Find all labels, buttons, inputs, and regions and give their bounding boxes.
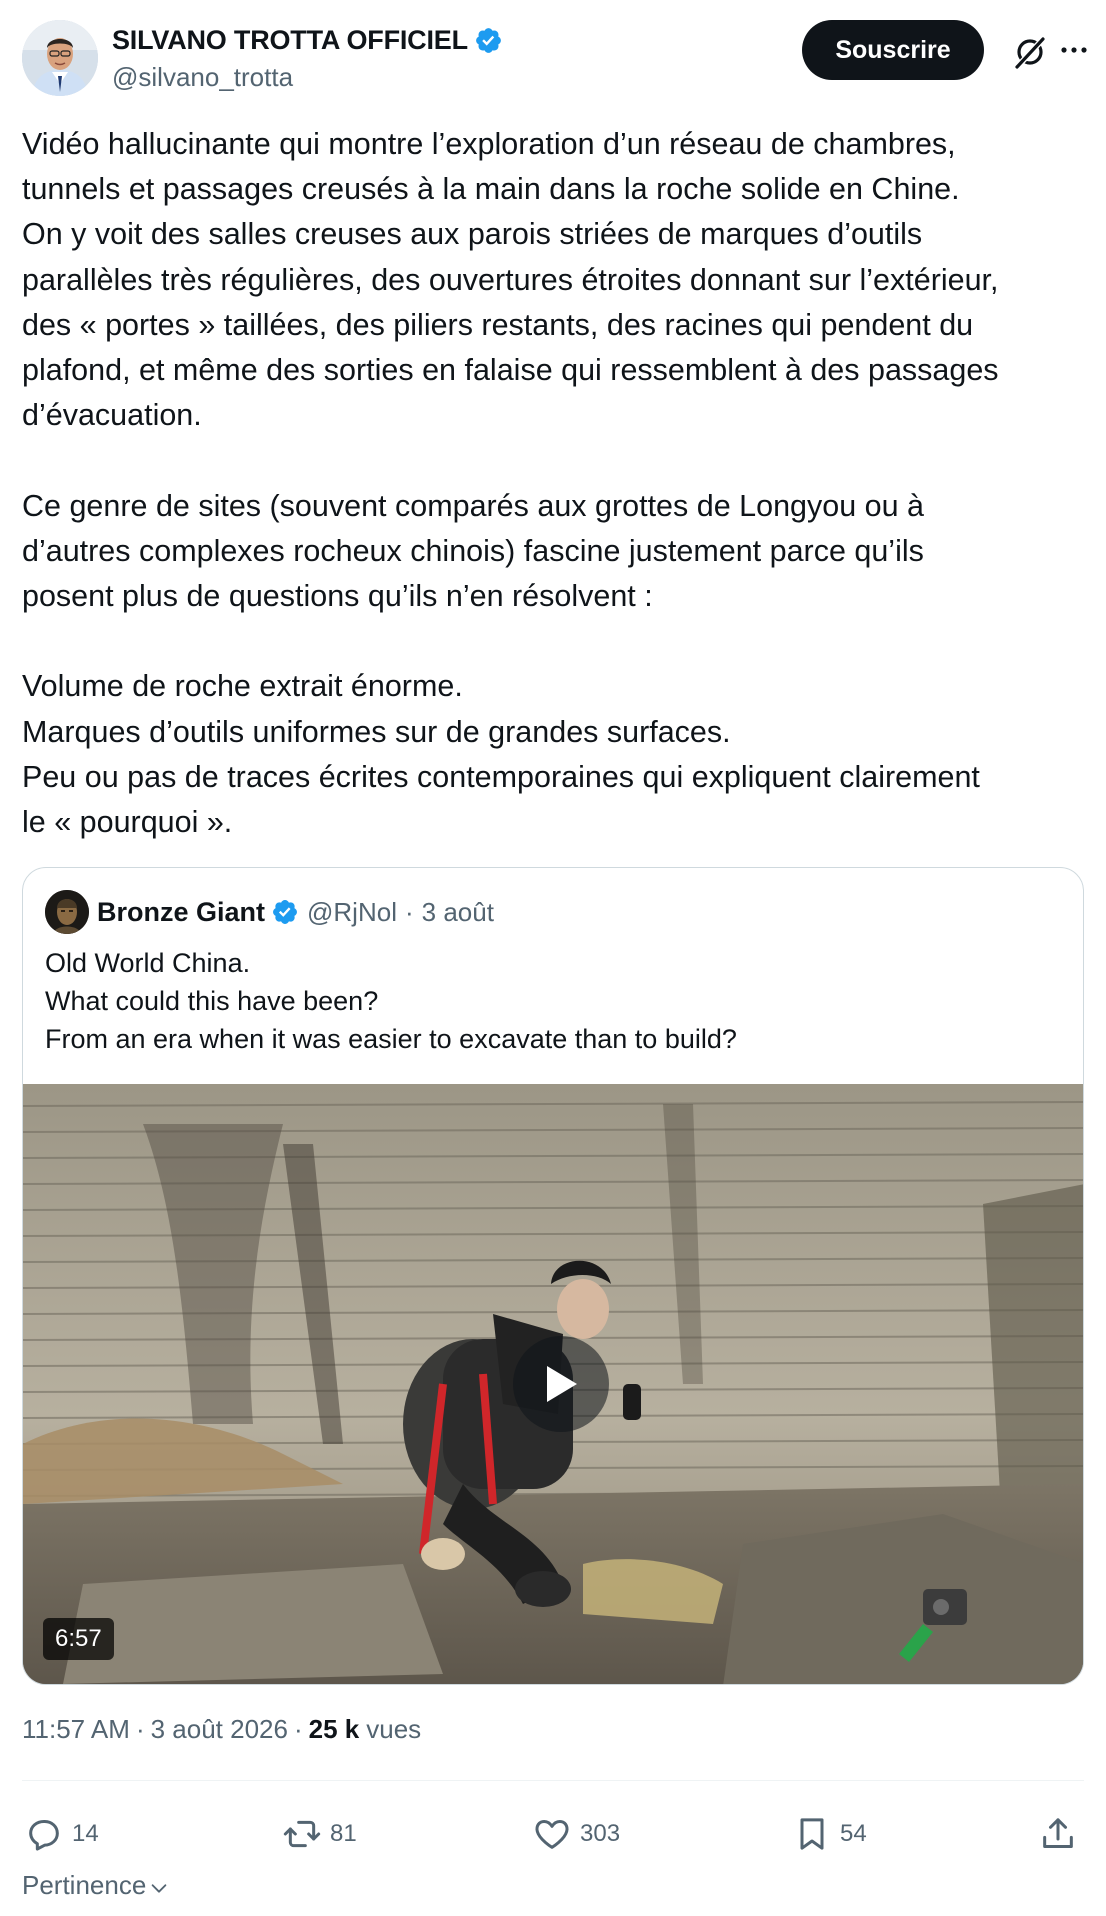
reply-count: 14 [72, 1820, 99, 1847]
views-label: vues [366, 1714, 422, 1744]
views-count: 25 k [308, 1714, 360, 1744]
quoted-date[interactable]: 3 août [422, 897, 494, 928]
quoted-separator: · [404, 896, 414, 927]
reply-sort-dropdown[interactable]: Pertinence [22, 1870, 170, 1901]
play-icon [547, 1366, 577, 1402]
tweet-meta: 11:57 AM · 3 août 2026 · 25 k vues [22, 1714, 421, 1745]
like-button[interactable]: 303 [532, 1806, 620, 1862]
repost-icon [283, 1820, 321, 1848]
author-line: SILVANO TROTTA OFFICIEL [112, 22, 503, 58]
play-button[interactable] [513, 1336, 609, 1432]
reply-icon [29, 1820, 59, 1851]
bookmark-button[interactable]: 54 [792, 1806, 867, 1862]
reply-button[interactable]: 14 [24, 1806, 99, 1862]
more-options-icon[interactable] [1056, 32, 1092, 68]
heart-icon [535, 1820, 569, 1849]
video-player[interactable]: 6:57 [23, 1084, 1083, 1684]
tweet-text: Vidéo hallucinante qui montre l’explorat… [22, 127, 999, 840]
meta-separator: · [135, 1714, 145, 1744]
author-handle[interactable]: @silvano_trotta [112, 62, 503, 93]
sort-label: Pertinence [22, 1870, 147, 1900]
quoted-tweet-header: Bronze Giant @RjNol · 3 août [45, 890, 494, 934]
share-button[interactable] [1038, 1806, 1078, 1862]
tweet-header: SILVANO TROTTA OFFICIEL @silvano_trotta … [22, 20, 1087, 98]
bookmark-count: 54 [840, 1820, 867, 1847]
grok-icon[interactable] [1012, 34, 1048, 70]
quoted-tweet-text: Old World China. What could this have be… [45, 948, 737, 1054]
author-block: SILVANO TROTTA OFFICIEL @silvano_trotta [112, 22, 503, 93]
author-avatar[interactable] [22, 20, 98, 96]
bookmark-icon [800, 1818, 824, 1850]
verified-badge-icon [273, 900, 297, 924]
verified-badge-icon [475, 27, 501, 53]
repost-count: 81 [330, 1820, 357, 1847]
action-bar: 14 81 303 54 [22, 1806, 1084, 1862]
chevron-down-icon [151, 1883, 167, 1893]
video-duration-badge: 6:57 [43, 1618, 114, 1660]
share-icon [1043, 1818, 1073, 1848]
quoted-author-name[interactable]: Bronze Giant [97, 897, 265, 928]
tweet-date[interactable]: 3 août 2026 [151, 1714, 288, 1745]
repost-button[interactable]: 81 [282, 1806, 357, 1862]
subscribe-button[interactable]: Souscrire [802, 20, 984, 80]
like-count: 303 [580, 1820, 621, 1847]
author-name[interactable]: SILVANO TROTTA OFFICIEL [112, 25, 468, 56]
quoted-tweet[interactable]: Bronze Giant @RjNol · 3 août Old World C… [22, 867, 1084, 1685]
quoted-author-avatar[interactable] [45, 890, 89, 934]
divider [22, 1780, 1084, 1781]
tweet-time[interactable]: 11:57 AM [22, 1714, 130, 1745]
meta-separator: · [293, 1714, 303, 1744]
quoted-author-handle[interactable]: @RjNol [307, 897, 397, 928]
